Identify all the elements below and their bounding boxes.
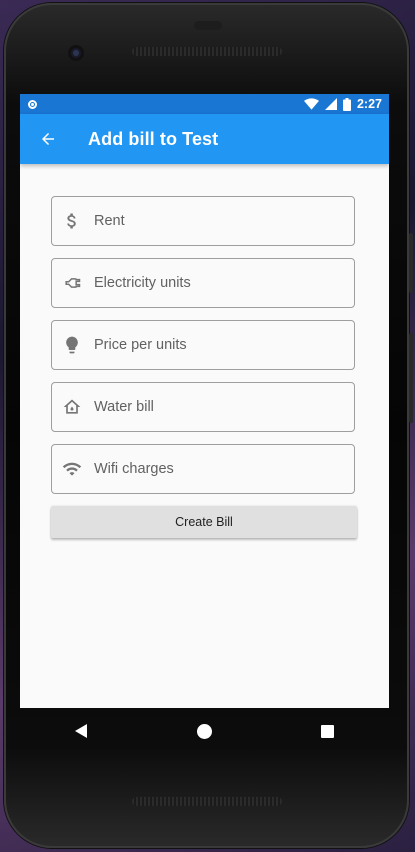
volume-button (409, 333, 413, 423)
electricity-units-placeholder: Electricity units (94, 275, 191, 291)
battery-icon (342, 97, 351, 111)
status-time: 2:27 (356, 97, 382, 111)
front-camera (68, 45, 84, 61)
nav-back-button[interactable] (52, 708, 112, 754)
home-circle-icon (197, 723, 212, 739)
nav-recents-button[interactable] (298, 708, 358, 754)
lightbulb-icon (60, 333, 84, 357)
power-plug-icon (60, 271, 84, 295)
electricity-units-field[interactable]: Electricity units (51, 258, 355, 308)
bottom-speaker-grille (132, 797, 282, 806)
top-speaker-grille (132, 47, 282, 56)
bill-form: Rent Electricity units Price per units W… (20, 164, 389, 538)
dollar-icon (60, 209, 84, 233)
app-bar: Add bill to Test (20, 114, 389, 164)
page-title: Add bill to Test (88, 128, 219, 149)
power-button (409, 233, 413, 293)
nav-home-button[interactable] (175, 708, 235, 754)
create-bill-button[interactable]: Create Bill (51, 506, 357, 538)
recents-square-icon (321, 724, 334, 738)
water-bill-field[interactable]: Water bill (51, 382, 355, 432)
arrow-back-icon (42, 133, 54, 145)
wifi-signal-icon (303, 98, 319, 110)
app-screen: 2:27 Add bill to Test Rent Electricity u… (20, 94, 389, 708)
price-per-units-field[interactable]: Price per units (51, 320, 355, 370)
wifi-charges-field[interactable]: Wifi charges (51, 444, 355, 494)
rent-placeholder: Rent (94, 213, 125, 229)
wifi-charges-placeholder: Wifi charges (94, 461, 174, 477)
price-per-units-placeholder: Price per units (94, 337, 187, 353)
status-bar: 2:27 (20, 94, 389, 114)
back-button[interactable] (24, 114, 72, 164)
earpiece (194, 21, 222, 30)
cell-signal-icon (324, 98, 337, 110)
android-nav-bar (20, 708, 389, 754)
notification-icon (28, 99, 37, 109)
back-triangle-icon (74, 724, 87, 738)
water-bill-placeholder: Water bill (94, 399, 154, 415)
house-icon (60, 395, 84, 419)
wifi-icon (60, 457, 84, 481)
rent-field[interactable]: Rent (51, 196, 355, 246)
